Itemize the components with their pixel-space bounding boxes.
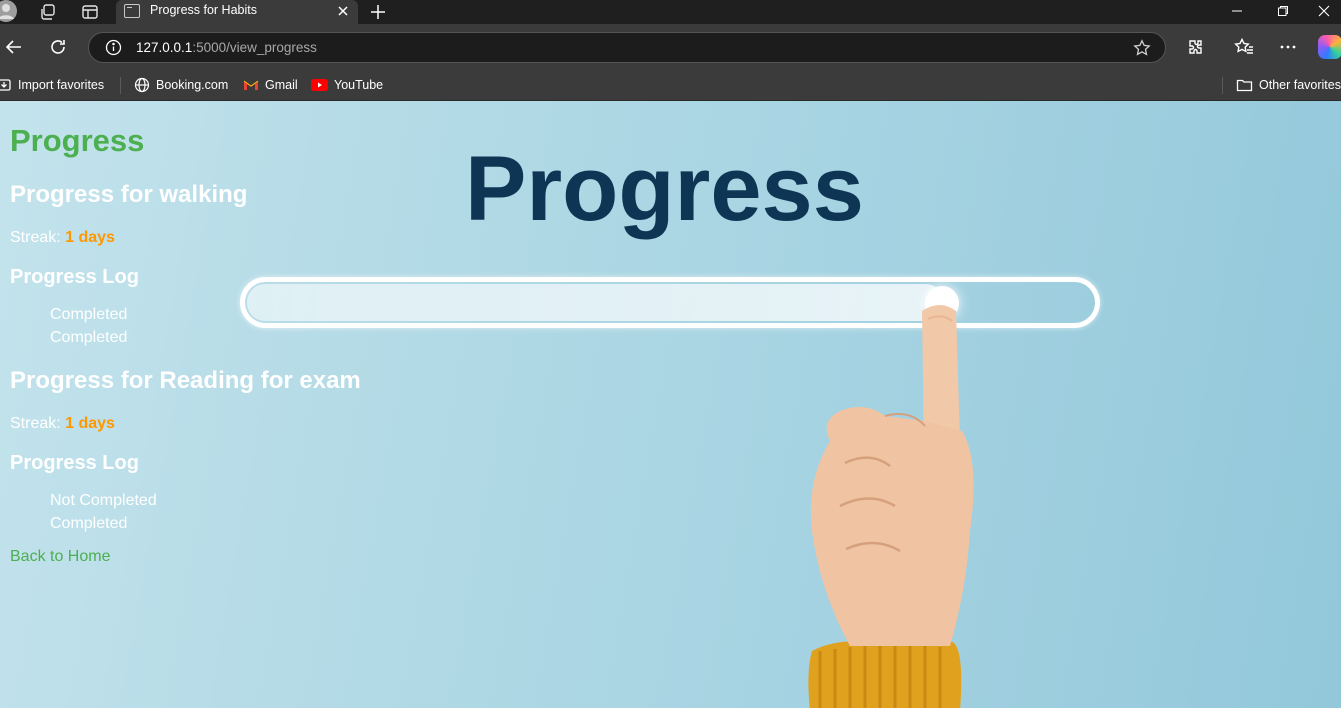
streak-value: 1 days [65, 229, 115, 246]
booking-label: Booking.com [156, 78, 229, 92]
close-window-icon[interactable] [1307, 0, 1341, 22]
more-menu-icon[interactable] [1276, 35, 1300, 59]
minimize-icon[interactable] [1215, 0, 1259, 22]
new-tab-icon[interactable] [368, 2, 388, 22]
tab-title: Progress for Habits [150, 3, 257, 17]
url-path: :5000/view_progress [192, 40, 317, 55]
terminal-favicon-icon [124, 4, 140, 18]
streak-label: Streak: [10, 229, 61, 246]
other-favorites-link[interactable]: Other favorites [1236, 75, 1341, 95]
booking-favorite-link[interactable]: Booking.com [134, 75, 228, 95]
close-tab-icon[interactable] [336, 4, 350, 18]
navigation-bar: 127.0.0.1:5000/view_progress [0, 24, 1341, 70]
favorites-divider [1222, 77, 1223, 94]
log-title-walking: Progress Log [10, 266, 139, 288]
other-favorites-label: Other favorites [1259, 78, 1341, 92]
favorite-star-icon[interactable] [1133, 39, 1151, 57]
import-icon [0, 79, 11, 91]
favorites-bar: Import favorites Booking.com Gmail YouTu… [0, 70, 1341, 101]
streak-walking: Streak: 1 days [10, 229, 115, 247]
streak-label: Streak: [10, 415, 61, 432]
log-item: Completed [50, 329, 128, 346]
hero-progress-text: Progress [465, 138, 864, 240]
page-viewport: Progress Progress Progress for walking S… [0, 101, 1341, 708]
tab-strip: Progress for Habits [0, 0, 1341, 24]
folder-icon [1236, 79, 1253, 92]
import-favorites-link[interactable]: Import favorites [0, 75, 104, 95]
refresh-icon[interactable] [46, 35, 70, 59]
gmail-icon [243, 80, 259, 90]
restore-icon[interactable] [1261, 0, 1305, 22]
vertical-tabs-icon[interactable] [80, 2, 100, 22]
habit-heading-reading: Progress for Reading for exam [10, 367, 361, 394]
youtube-label: YouTube [334, 78, 384, 92]
gmail-label: Gmail [265, 78, 298, 92]
profile-avatar-icon[interactable] [0, 0, 18, 22]
youtube-icon [311, 79, 328, 91]
page-title: Progress [10, 123, 145, 158]
streak-value: 1 days [65, 415, 115, 432]
extensions-icon[interactable] [1183, 35, 1207, 59]
globe-icon [134, 77, 150, 93]
import-favorites-label: Import favorites [18, 78, 105, 92]
url-text[interactable]: 127.0.0.1:5000/view_progress [136, 40, 317, 55]
habit-heading-walking: Progress for walking [10, 181, 248, 208]
gmail-favorite-link[interactable]: Gmail [243, 75, 298, 95]
log-item: Completed [50, 306, 128, 323]
log-item: Not Completed [50, 492, 157, 509]
address-bar[interactable]: 127.0.0.1:5000/view_progress [88, 32, 1166, 63]
workspaces-icon[interactable] [38, 2, 58, 22]
youtube-favorite-link[interactable]: YouTube [311, 75, 383, 95]
back-to-home-link[interactable]: Back to Home [10, 548, 110, 566]
favorites-icon[interactable] [1232, 35, 1256, 59]
copilot-icon[interactable] [1318, 35, 1341, 59]
favorites-divider [120, 77, 121, 94]
active-tab[interactable]: Progress for Habits [116, 0, 358, 24]
site-info-icon[interactable] [105, 39, 122, 56]
back-arrow-icon[interactable] [2, 35, 26, 59]
pointing-hand-illustration [808, 305, 974, 708]
streak-reading: Streak: 1 days [10, 415, 115, 433]
log-item: Completed [50, 515, 128, 532]
url-host: 127.0.0.1 [136, 40, 193, 55]
log-title-reading: Progress Log [10, 452, 139, 474]
